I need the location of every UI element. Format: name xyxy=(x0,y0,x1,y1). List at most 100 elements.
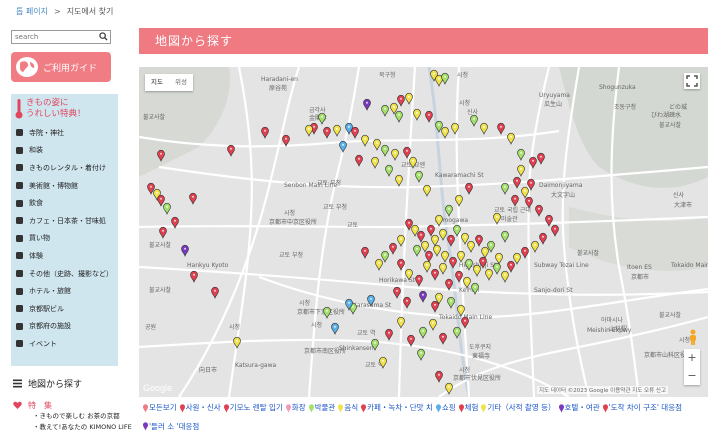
perk-category-item[interactable]: 体験 xyxy=(11,247,118,265)
legend-filter-item[interactable]: 모든보기 xyxy=(143,400,177,416)
breadcrumb-home-link[interactable]: 톱 페이지 xyxy=(16,7,48,16)
perk-category-item[interactable]: その他（史跡、撮影など） xyxy=(11,265,118,283)
map-place-label: Shogunzuka xyxy=(599,84,636,91)
book-icon xyxy=(16,146,23,154)
legend-filter-item[interactable]: 박물관 xyxy=(308,400,335,416)
fullscreen-icon xyxy=(686,75,698,87)
hand-icon xyxy=(16,252,23,260)
legend-filter-item[interactable]: 화장 xyxy=(285,400,306,416)
marker-pin-icon xyxy=(558,403,564,413)
map-place-label: Katsura-gawa xyxy=(235,362,276,369)
map-place-label: Daimonjiyama xyxy=(539,182,583,189)
map-type-satellite[interactable]: 위성 xyxy=(169,74,193,91)
marker-pin-icon xyxy=(458,403,464,413)
map-place-label: 교토 부청 xyxy=(317,180,341,187)
search-input[interactable] xyxy=(12,31,98,43)
perk-category-item[interactable]: イベント xyxy=(11,335,118,353)
map-place-label: 京都市南区役所 xyxy=(304,347,346,355)
google-logo: Google xyxy=(143,383,173,393)
perk-category-item[interactable]: きものレンタル・着付け xyxy=(11,159,118,177)
fullscreen-button[interactable] xyxy=(684,73,700,89)
perk-category-item[interactable]: 飲食 xyxy=(11,194,118,212)
page-title-banner: 地図から探す xyxy=(139,28,708,54)
perk-category-label: イベント xyxy=(29,339,57,348)
perk-category-label: 飲食 xyxy=(29,199,43,208)
perk-category-label: その他（史跡、撮影など） xyxy=(29,269,113,278)
bed-icon xyxy=(16,287,23,295)
legend-filter-label: '도착 차이 구조' 대응점 xyxy=(608,403,683,412)
map-place-label: 교토 국립 근대 xyxy=(494,206,531,214)
map-place-label: 시청 xyxy=(457,72,468,79)
marker-pin-icon xyxy=(361,403,367,413)
marker-pin-icon xyxy=(308,403,314,413)
legend-filter-label: 화장 xyxy=(291,403,306,412)
map-place-label: Itoen ES xyxy=(627,264,652,271)
map-place-label: 북구청 xyxy=(379,72,396,79)
map-place-label: 大津市 xyxy=(674,201,692,209)
perk-category-item[interactable]: 京都府の施設 xyxy=(11,318,118,336)
map-place-label: 시청 xyxy=(459,100,470,107)
map-place-label: 불교사찰 xyxy=(149,241,172,249)
marker-pin-icon xyxy=(285,403,291,413)
map-view[interactable]: Haradani-en 原谷苑 금각사 金閣寺 시청 북구청 Uryuyama 瓜生山 Shog… xyxy=(139,67,708,397)
legend-filter-item[interactable]: 호텔・여관 xyxy=(558,400,600,416)
feature-link-tea[interactable]: ・きもので楽しむ お茶の京都 xyxy=(11,411,120,422)
perk-category-item[interactable]: カフェ・日本茶・甘味処 xyxy=(11,212,118,230)
perks-header: きもの姿に うれしい特典！ xyxy=(11,98,118,120)
map-search-link[interactable]: 地図から探す xyxy=(11,376,118,390)
map-place-label: Kawaramachi St xyxy=(435,172,484,179)
zoom-in-button[interactable]: + xyxy=(684,349,700,367)
legend-filter-item[interactable]: '들러 소 '대응점 xyxy=(143,419,199,435)
legend-filter-item[interactable]: '도착 차이 구조' 대응점 xyxy=(602,400,683,416)
map-type-control: 지도 위성 xyxy=(145,74,193,91)
pegman-icon[interactable] xyxy=(687,329,699,345)
map-place-label: 미술관 xyxy=(501,215,518,223)
legend-filter-item[interactable]: 사원・신사 xyxy=(179,400,221,416)
zoom-out-button[interactable]: − xyxy=(684,367,700,385)
perk-category-label: ホテル・旅館 xyxy=(29,287,71,296)
perk-category-label: 和装 xyxy=(29,146,43,155)
legend-filter-label: 카페・녹차・단맛 치 xyxy=(367,403,433,412)
zoom-control: + − xyxy=(684,349,700,385)
legend-filter-item[interactable]: 기타（사적 촬영 등） xyxy=(481,400,556,416)
map-place-label: Uryuyama xyxy=(539,92,570,99)
breadcrumb-current: 지도에서 찾기 xyxy=(66,7,114,16)
usage-guide-button[interactable]: ご利用ガイド xyxy=(11,52,111,82)
legend-filter-item[interactable]: 카페・녹차・단맛 치 xyxy=(361,400,433,416)
map-attribution[interactable]: 지도 데이터 ©2023 Google 이용약관 지도 오류 신고 xyxy=(536,386,668,394)
legend-filter-item[interactable]: 기모노 렌탈 입기 xyxy=(223,400,283,416)
heart-icon xyxy=(13,401,22,409)
map-type-map[interactable]: 지도 xyxy=(145,74,169,91)
search-icon[interactable] xyxy=(99,32,108,41)
map-place-label: Haradani-en xyxy=(261,76,298,83)
legend-filter-item[interactable]: 쇼핑 xyxy=(435,400,456,416)
map-place-label: Sanjo-dori St xyxy=(534,287,573,294)
perks-title-line2: うれしい特典！ xyxy=(26,109,86,119)
map-place-label: 교토 역 xyxy=(357,329,375,337)
map-place-label: 京都市伏見区役所 xyxy=(453,374,501,382)
map-place-label: 불교사찰 xyxy=(659,311,682,319)
legend-filter-label: 모든보기 xyxy=(149,403,177,412)
legend-filter-label: 기모노 렌탈 입기 xyxy=(229,403,283,412)
map-place-label: びわ湖疎水 xyxy=(651,111,681,119)
marker-pin-icon xyxy=(602,403,608,413)
perk-category-item[interactable]: ホテル・旅館 xyxy=(11,282,118,300)
perk-category-item[interactable]: 寺院・神社 xyxy=(11,124,118,142)
legend-filter-item[interactable]: 음식 xyxy=(338,400,358,416)
perk-category-item[interactable]: 和装 xyxy=(11,142,118,160)
marker-pin-icon xyxy=(143,422,148,431)
house-icon xyxy=(16,322,23,330)
perk-category-label: 美術館・博物館 xyxy=(29,181,78,190)
marker-pin-icon xyxy=(435,403,441,413)
kimono-perks-panel: きもの姿に うれしい特典！ 寺院・神社和装きものレンタル・着付け美術館・博物館飲… xyxy=(11,94,118,366)
map-place-label: 시청 xyxy=(229,324,240,331)
feature-link-kimono-life[interactable]: ・教えて!あなたの KIMONO LIFE xyxy=(11,422,132,433)
legend-filter-label: 기타（사적 촬영 등） xyxy=(487,403,556,412)
perk-category-item[interactable]: 買い物 xyxy=(11,230,118,248)
map-canvas[interactable]: Haradani-en原谷苑금각사金閣寺시청북구청Uryuyama瓜生山Shog… xyxy=(139,67,708,397)
perk-category-item[interactable]: 京都駅ビル xyxy=(11,300,118,318)
feature-label: 特 集 xyxy=(28,401,52,410)
perk-category-item[interactable]: 美術館・博物館 xyxy=(11,177,118,195)
legend-filter-item[interactable]: 체험 xyxy=(458,400,478,416)
side-links: 地図から探す 特 集 ・きもので楽しむ お茶の京都 ・教えて!あなたの KIMO… xyxy=(11,376,132,433)
